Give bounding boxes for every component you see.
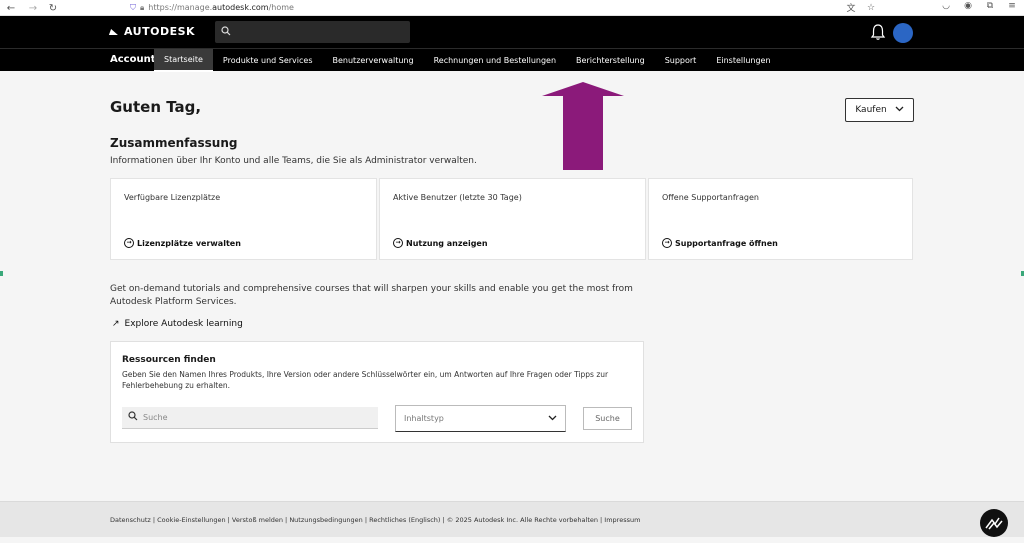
account-nav: Account Startseite Produkte und Services…	[0, 48, 1024, 72]
link-label: Nutzung anzeigen	[406, 238, 488, 248]
annotation-arrow	[542, 82, 624, 170]
card-open-support-requests: Offene Supportanfragen → Supportanfrage …	[648, 178, 913, 260]
menu-icon[interactable]: ≡	[1006, 1, 1018, 11]
card-title: Offene Supportanfragen	[662, 193, 759, 202]
resources-search-input[interactable]: Suche	[122, 407, 378, 429]
tab-produkte-und-services[interactable]: Produkte und Services	[213, 49, 323, 72]
card-available-seats: Verfügbare Lizenzplätze → Lizenzplätze v…	[110, 178, 377, 260]
resources-description: Geben Sie den Namen Ihres Produkts, Ihre…	[122, 370, 609, 390]
search-icon	[221, 25, 231, 39]
tab-support[interactable]: Support	[655, 49, 707, 72]
tab-startseite[interactable]: Startseite	[154, 49, 213, 72]
page-title: Guten Tag,	[110, 98, 202, 116]
buy-button-label: Kaufen	[855, 105, 887, 115]
bookmark-star-icon[interactable]: ☆	[865, 3, 877, 13]
open-support-request-link[interactable]: → Supportanfrage öffnen	[662, 238, 778, 248]
shield-icon: ⛉	[130, 2, 136, 12]
chat-assistant-button[interactable]	[980, 509, 1008, 537]
card-active-users: Aktive Benutzer (letzte 30 Tage) → Nutzu…	[379, 178, 646, 260]
autodesk-logo[interactable]: AUTODESK	[110, 25, 195, 38]
browser-toolbar: ← → ↻ ⛉ 🔒︎ https://manage.autodesk.com/h…	[0, 0, 1024, 16]
translate-icon[interactable]: 文	[845, 1, 857, 14]
back-icon[interactable]: ←	[4, 1, 18, 15]
explore-learning-link[interactable]: ↗ Explore Autodesk learning	[112, 319, 243, 329]
resources-search-button[interactable]: Suche	[583, 407, 632, 430]
nav-tabs: Startseite Produkte und Services Benutze…	[154, 49, 781, 72]
logo-text: AUTODESK	[124, 25, 196, 38]
link-label: Explore Autodesk learning	[124, 319, 243, 329]
card-title: Aktive Benutzer (letzte 30 Tage)	[393, 193, 522, 202]
learning-description: Get on-demand tutorials and comprehensiv…	[110, 284, 633, 307]
autodesk-logo-icon	[110, 27, 120, 37]
tab-berichterstellung[interactable]: Berichterstellung	[566, 49, 655, 72]
account-label: Account	[110, 54, 156, 65]
tab-benutzerverwaltung[interactable]: Benutzerverwaltung	[323, 49, 424, 72]
lock-icon: 🔒︎	[140, 2, 145, 12]
address-bar[interactable]: ⛉ 🔒︎ https://manage.autodesk.com/home	[130, 1, 294, 14]
tab-einstellungen[interactable]: Einstellungen	[706, 49, 780, 72]
forward-icon[interactable]: →	[26, 1, 40, 15]
global-search-input[interactable]	[215, 21, 410, 43]
link-label: Supportanfrage öffnen	[675, 238, 778, 248]
resources-title: Ressourcen finden	[122, 355, 216, 365]
view-usage-link[interactable]: → Nutzung anzeigen	[393, 238, 488, 248]
account-icon[interactable]: ◉	[962, 1, 974, 11]
link-label: Lizenzplätze verwalten	[137, 238, 241, 248]
avatar[interactable]	[893, 23, 913, 43]
resources-panel: Ressourcen finden Geben Sie den Namen Ih…	[110, 341, 644, 443]
arrow-right-circle-icon: →	[662, 238, 672, 248]
url-text: https://manage.autodesk.com/home	[148, 3, 294, 12]
arrow-right-circle-icon: →	[393, 238, 403, 248]
buy-button[interactable]: Kaufen	[845, 98, 914, 122]
top-header: AUTODESK	[0, 16, 1024, 48]
reload-icon[interactable]: ↻	[46, 1, 60, 15]
search-placeholder: Suche	[143, 413, 168, 422]
select-placeholder: Inhaltstyp	[404, 414, 444, 423]
extensions-icon[interactable]: ⧉	[984, 1, 996, 11]
footer: Datenschutz | Cookie-Einstellungen | Ver…	[0, 501, 1024, 537]
notification-bell-icon[interactable]	[870, 23, 886, 41]
arrow-right-circle-icon: →	[124, 238, 134, 248]
content-type-select[interactable]: Inhaltstyp	[395, 405, 566, 432]
summary-description: Informationen über Ihr Konto und alle Te…	[110, 156, 477, 166]
chat-icon	[985, 517, 1003, 530]
tab-rechnungen-und-bestellungen[interactable]: Rechnungen und Bestellungen	[424, 49, 566, 72]
left-edge-marker	[0, 271, 3, 276]
summary-title: Zusammenfassung	[110, 136, 238, 150]
external-arrow-icon: ↗	[112, 319, 120, 329]
pocket-icon[interactable]: ◡	[940, 1, 952, 11]
footer-links[interactable]: Datenschutz | Cookie-Einstellungen | Ver…	[110, 516, 640, 524]
chevron-down-icon	[548, 414, 557, 424]
chevron-down-icon	[895, 105, 904, 115]
manage-seats-link[interactable]: → Lizenzplätze verwalten	[124, 238, 241, 248]
search-icon	[128, 411, 138, 424]
card-title: Verfügbare Lizenzplätze	[124, 193, 221, 202]
